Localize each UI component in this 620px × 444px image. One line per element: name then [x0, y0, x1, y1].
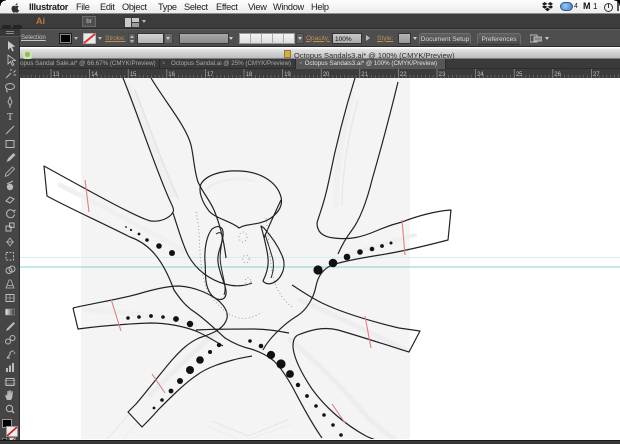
svg-text:T: T	[7, 112, 13, 123]
